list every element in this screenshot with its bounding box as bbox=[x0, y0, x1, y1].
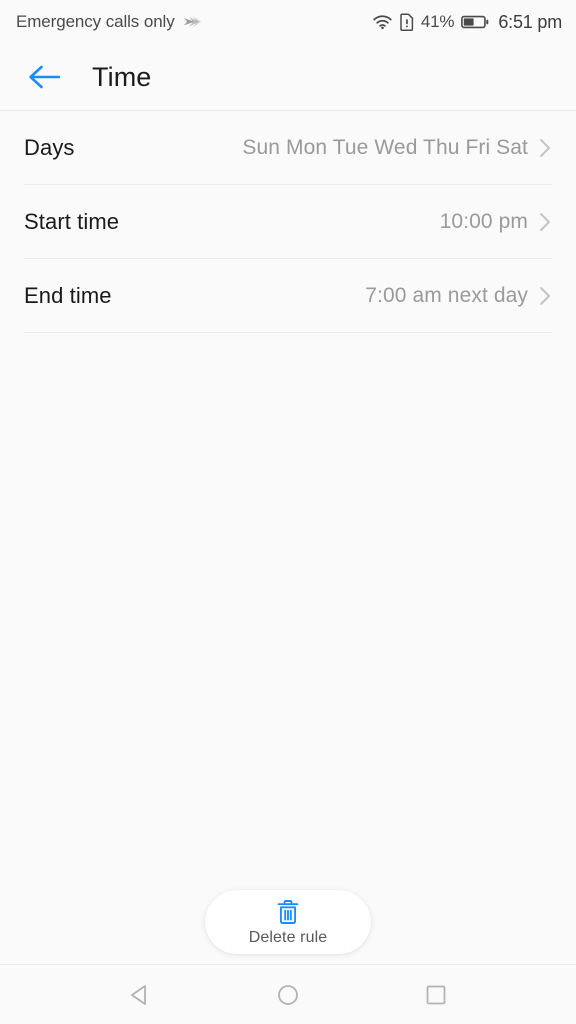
chevron-right-icon bbox=[538, 136, 552, 160]
page-title: Time bbox=[92, 61, 152, 92]
nav-back-triangle-icon bbox=[126, 981, 154, 1009]
chevron-right-icon bbox=[538, 284, 552, 308]
row-value: Sun Mon Tue Wed Thu Fri Sat bbox=[242, 136, 528, 159]
row-value: 10:00 pm bbox=[439, 210, 528, 233]
battery-percent-label: 41% bbox=[420, 12, 455, 31]
row-label: End time bbox=[24, 283, 112, 308]
chevron-right-icon bbox=[538, 210, 552, 234]
delete-rule-label: Delete rule bbox=[248, 928, 328, 946]
nav-home-circle-icon bbox=[274, 981, 302, 1009]
bottom-action-area: Delete rule bbox=[0, 890, 576, 964]
delete-rule-button[interactable]: Delete rule bbox=[205, 890, 371, 954]
status-bar: Emergency calls only 41% 6:51 pm bbox=[0, 0, 576, 44]
app-bar: Time bbox=[0, 44, 576, 110]
status-bar-right: 41% 6:51 pm bbox=[372, 12, 562, 33]
signal-bars-icon bbox=[181, 14, 201, 30]
phone-screen: Emergency calls only 41% 6:51 pm Time Da… bbox=[0, 0, 576, 1024]
nav-home-button[interactable] bbox=[260, 973, 316, 1017]
battery-half-icon bbox=[461, 14, 489, 30]
arrow-left-icon bbox=[27, 62, 61, 92]
sim-card-alert-icon bbox=[400, 13, 414, 31]
back-button[interactable] bbox=[26, 59, 62, 95]
status-bar-left: Emergency calls only bbox=[16, 12, 201, 32]
row-right: 10:00 pm bbox=[440, 210, 552, 234]
settings-list: Days Sun Mon Tue Wed Thu Fri Sat Start t… bbox=[0, 111, 576, 890]
list-item-days[interactable]: Days Sun Mon Tue Wed Thu Fri Sat bbox=[24, 111, 552, 185]
row-value: 7:00 am next day bbox=[365, 284, 528, 307]
row-right: Sun Mon Tue Wed Thu Fri Sat bbox=[242, 136, 552, 160]
carrier-label: Emergency calls only bbox=[16, 12, 175, 31]
row-right: 7:00 am next day bbox=[365, 284, 552, 308]
list-item-end-time[interactable]: End time 7:00 am next day bbox=[24, 259, 552, 333]
nav-recents-square-icon bbox=[422, 981, 450, 1009]
row-label: Start time bbox=[24, 209, 120, 234]
row-label: Days bbox=[24, 135, 75, 160]
nav-back-button[interactable] bbox=[112, 973, 168, 1017]
trash-icon bbox=[273, 898, 303, 928]
list-item-start-time[interactable]: Start time 10:00 pm bbox=[24, 185, 552, 259]
system-nav-bar bbox=[0, 965, 576, 1024]
status-time-label: 6:51 pm bbox=[498, 11, 562, 32]
wifi-icon bbox=[372, 14, 393, 30]
nav-recents-button[interactable] bbox=[408, 973, 464, 1017]
